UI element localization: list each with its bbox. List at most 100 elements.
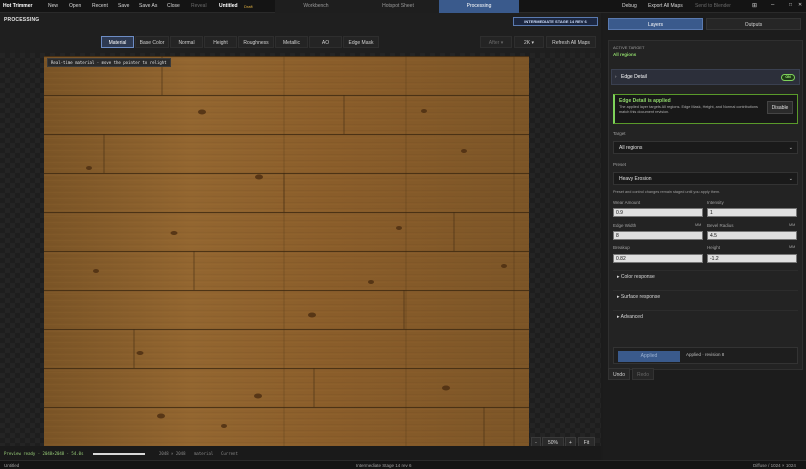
minimize-icon[interactable]: – (771, 2, 774, 8)
menu-reveal[interactable]: Reveal (191, 3, 207, 9)
tab-outputs[interactable]: Outputs (706, 18, 801, 30)
edge-width-label: Edge Width (613, 223, 637, 228)
surface-response-label: Surface response (620, 294, 661, 300)
wear-amount-input[interactable]: 0.9 (613, 208, 703, 217)
menu-debug[interactable]: Debug (622, 3, 637, 9)
menu-send-to-blender[interactable]: Send to Blender (695, 3, 731, 9)
document-title: Untitled (219, 3, 238, 9)
map-tab-metallic[interactable]: Metallic (275, 36, 308, 48)
layer-settings: ACTIVE TARGET All regions › Edge Detail … (608, 40, 803, 370)
menu-save[interactable]: Save (118, 3, 129, 9)
status-document: Untitled (4, 463, 20, 468)
color-response-toggle[interactable]: ▸ Color response (613, 270, 798, 283)
redo-button[interactable]: Redo (632, 368, 654, 380)
preset-select[interactable]: Heavy Erosion ⌄ (613, 172, 798, 185)
applied-notice: Edge Detail is applied The applied layer… (613, 94, 798, 124)
target-value: All regions (619, 145, 643, 151)
active-target-value: All regions (613, 52, 637, 57)
undo-button[interactable]: Undo (608, 368, 630, 380)
height-input[interactable]: -1.2 (707, 254, 797, 263)
after-select[interactable]: After ▾ (480, 36, 512, 48)
resolution-select[interactable]: 2K ▾ (514, 36, 544, 48)
status-map-size: Diffuse / 1024 × 1024 (753, 463, 796, 468)
advanced-label: Advanced (620, 314, 643, 320)
app-name: Hot Trimmer (3, 3, 33, 9)
status-stage: Intermediate Stage 14 rev 6 (356, 463, 412, 468)
status-bar: Untitled Intermediate Stage 14 rev 6 Dif… (0, 460, 806, 469)
map-tab-roughness[interactable]: Roughness (238, 36, 274, 48)
menu-new[interactable]: New (48, 3, 58, 9)
preview-status-bar: Preview ready · 2048×2048 · 54.0s 2048 ×… (0, 446, 601, 460)
tab-workbench[interactable]: Workbench (275, 0, 357, 13)
tab-layers[interactable]: Layers (608, 18, 703, 30)
intensity-label: Intensity (707, 200, 724, 205)
layout-icon[interactable]: ⊞ (752, 2, 757, 9)
edge-detail-section-header[interactable]: › Edge Detail ON (611, 69, 800, 85)
resolution-value: 2K (523, 40, 531, 46)
disable-button[interactable]: Disable (767, 101, 793, 114)
breakup-label: Breakup (613, 245, 630, 250)
map-tab-normal[interactable]: Normal (170, 36, 203, 48)
preview-status: Preview ready · 2048×2048 · 54.0s (4, 451, 84, 456)
draft-badge: Draft (244, 4, 253, 9)
close-icon[interactable]: ✕ (798, 2, 802, 8)
page-title: PROCESSING (4, 17, 40, 23)
height-unit: MM (789, 245, 796, 249)
map-tab-base-color[interactable]: Base Color (135, 36, 169, 48)
advanced-toggle[interactable]: ▸ Advanced (613, 310, 798, 323)
maximize-icon[interactable]: □ (789, 2, 792, 8)
color-response-label: Color response (620, 274, 655, 280)
target-label: Target (613, 131, 626, 136)
apply-row: Applied Applied · revision 8 (613, 347, 798, 364)
chevron-down-icon: ⌄ (788, 145, 793, 151)
chevron-down-icon: › (615, 74, 617, 79)
after-select-label: After (488, 40, 500, 46)
refresh-all-maps-button[interactable]: Refresh All Maps (546, 36, 596, 48)
preset-label: Preset (613, 162, 627, 167)
chevron-down-icon: ▾ (500, 40, 504, 46)
chevron-down-icon: ▾ (531, 40, 535, 46)
map-tab-height[interactable]: Height (204, 36, 237, 48)
section-toggle[interactable]: ON (781, 74, 795, 81)
applied-description: The applied layer targets All regions. E… (619, 105, 758, 114)
bevel-radius-input[interactable]: 4.5 (707, 231, 797, 240)
height-label: Height (707, 245, 721, 250)
menu-export-all-maps[interactable]: Export All Maps (648, 3, 683, 9)
tab-processing[interactable]: Processing (439, 0, 519, 13)
applied-button[interactable]: Applied (618, 351, 680, 362)
edge-width-unit: MM (695, 223, 702, 227)
processing-view: PROCESSING INTERMEDIATE STAGE 14 REV 6 M… (0, 13, 601, 460)
active-target-label: ACTIVE TARGET (613, 45, 645, 50)
menu-open[interactable]: Open (69, 3, 81, 9)
bevel-radius-unit: MM (789, 223, 796, 227)
breakup-input[interactable]: 0.82 (613, 254, 703, 263)
target-select[interactable]: All regions ⌄ (613, 141, 798, 154)
bevel-radius-label: Bevel Radius (707, 223, 734, 228)
menu-close[interactable]: Close (167, 3, 180, 9)
layers-panel: Layers Outputs ACTIVE TARGET All regions… (603, 13, 806, 460)
wear-amount-label: Wear Amount (613, 200, 641, 205)
revision-text: Applied · revision 8 (686, 352, 725, 357)
intensity-input[interactable]: 1 (707, 208, 797, 217)
applied-title: Edge Detail is applied (619, 98, 671, 104)
stage-badge: INTERMEDIATE STAGE 14 REV 6 (513, 17, 598, 26)
staged-note: Preset and control changes remain staged… (613, 190, 721, 194)
map-tab-ao[interactable]: AO (309, 36, 342, 48)
preview-progress-bar (93, 453, 145, 455)
preview-state: Current (221, 451, 238, 456)
preset-value: Heavy Erosion (619, 176, 652, 182)
surface-response-toggle[interactable]: ▸ Surface response (613, 290, 798, 303)
tab-hotspot-sheet[interactable]: Hotspot Sheet (357, 0, 439, 13)
map-tab-material[interactable]: Material (101, 36, 134, 48)
preview-progress-fill (93, 453, 145, 455)
realtime-material-label: Real-time material · move the pointer to… (47, 58, 171, 67)
title-bar: Hot Trimmer New Open Recent Save Save As… (0, 0, 806, 13)
material-canvas[interactable]: Real-time material · move the pointer to… (0, 53, 601, 446)
menu-recent[interactable]: Recent (92, 3, 108, 9)
chevron-down-icon: ⌄ (788, 176, 793, 182)
edge-width-input[interactable]: 8 (613, 231, 703, 240)
map-tab-edge-mask[interactable]: Edge Mask (343, 36, 379, 48)
preview-map: material (194, 451, 214, 456)
menu-save-as[interactable]: Save As (139, 3, 157, 9)
wood-material-preview[interactable] (44, 56, 529, 446)
